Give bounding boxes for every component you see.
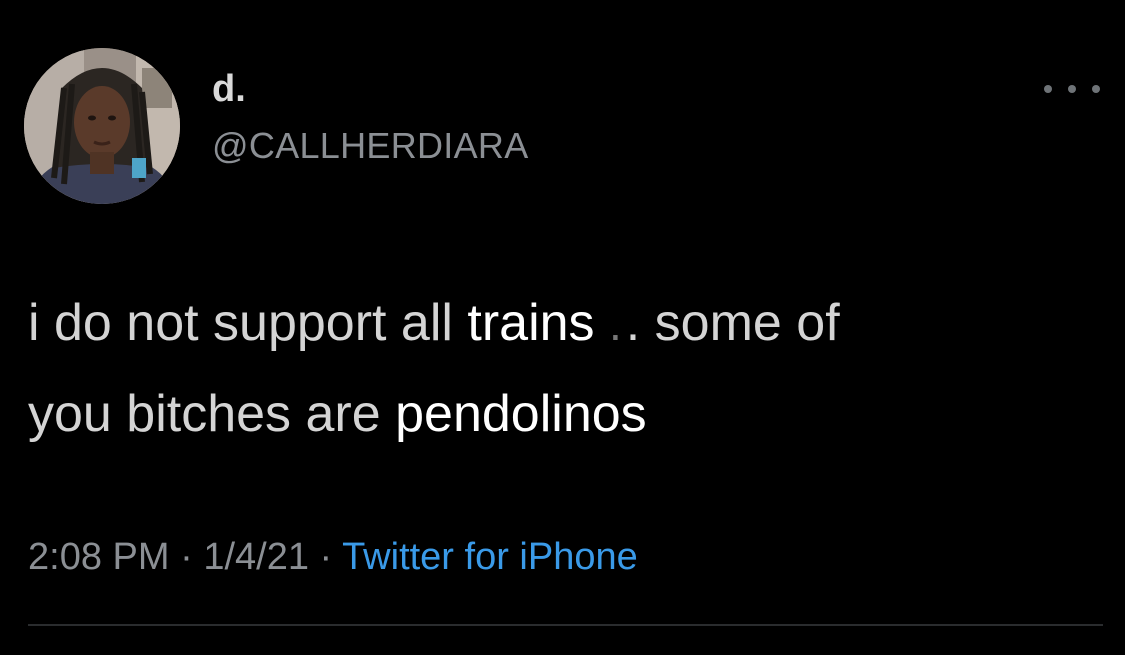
- tweet-line-2: you bitches are pendolinos: [28, 369, 1108, 459]
- user-handle[interactable]: @CALLHERDIARA: [212, 128, 529, 164]
- meta-separator: ·: [180, 536, 193, 578]
- avatar-photo: [24, 48, 180, 204]
- edited-word-pendolinos: pendolinos: [395, 385, 647, 443]
- display-name[interactable]: d.: [212, 70, 246, 108]
- tweet-line-1: i do not support all trains .. some of: [28, 278, 1108, 369]
- avatar[interactable]: [24, 48, 180, 204]
- smudged-mark: .: [609, 298, 622, 350]
- tweet-time[interactable]: 2:08 PM: [28, 536, 170, 578]
- tweet-metadata: 2:08 PM · 1/4/21 · Twitter for iPhone: [28, 536, 638, 579]
- meta-separator: ·: [319, 536, 333, 578]
- tweet-text-segment: . some of: [625, 294, 840, 352]
- tweet-text-segment: you bitches are: [28, 385, 381, 443]
- dot-icon: [1068, 85, 1076, 93]
- tweet-card: d. @CALLHERDIARA i do not support all tr…: [0, 0, 1125, 655]
- divider: [28, 624, 1103, 626]
- dot-icon: [1044, 85, 1052, 93]
- tweet-text-segment: i do not support all: [28, 294, 453, 352]
- edited-word-trains: trains: [467, 294, 595, 352]
- tweet-text: i do not support all trains .. some of y…: [28, 278, 1108, 459]
- dot-icon: [1092, 85, 1100, 93]
- more-horizontal-icon[interactable]: [1044, 78, 1100, 100]
- tweet-date[interactable]: 1/4/21: [203, 536, 309, 578]
- tweet-source-link[interactable]: Twitter for iPhone: [342, 536, 638, 578]
